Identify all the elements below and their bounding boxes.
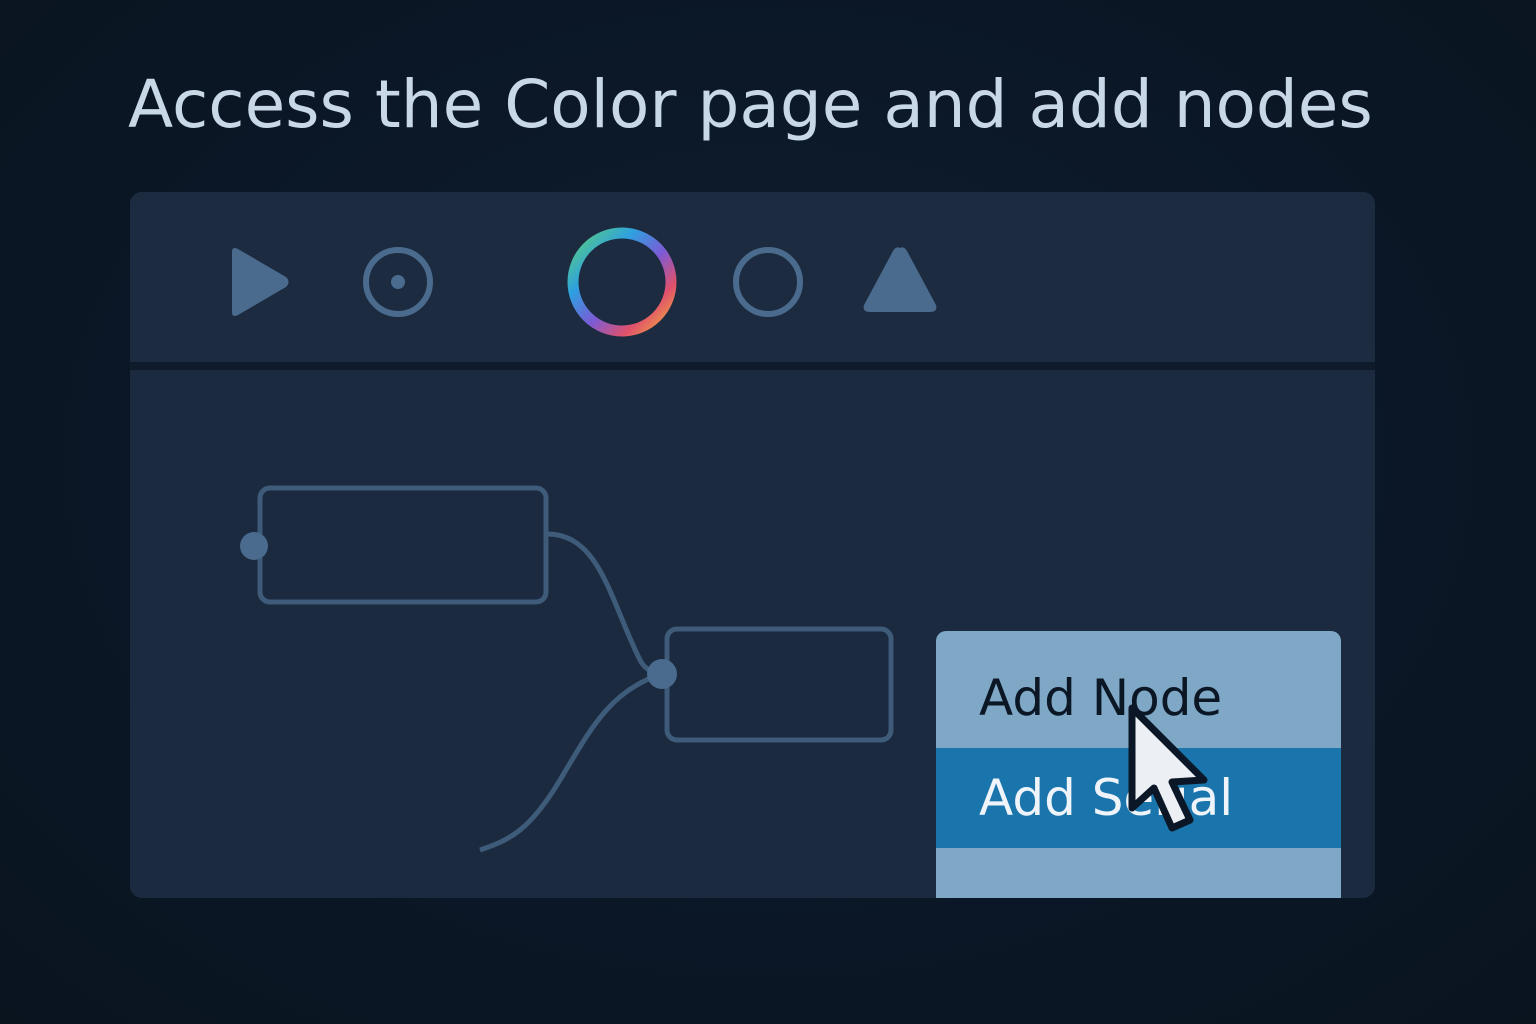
circle-icon[interactable] bbox=[730, 244, 810, 324]
node-input-dot bbox=[647, 659, 677, 689]
page: Access the Color page and add nodes Add … bbox=[0, 0, 1536, 1024]
page-toolbar bbox=[130, 192, 1375, 362]
play-icon[interactable] bbox=[226, 244, 296, 320]
node-box bbox=[664, 626, 894, 743]
node-input-dot bbox=[240, 532, 268, 560]
color-page-icon[interactable] bbox=[560, 222, 684, 346]
triangle-icon[interactable] bbox=[860, 244, 940, 316]
connection-line bbox=[546, 531, 663, 677]
mouse-pointer-icon bbox=[1128, 704, 1208, 832]
toolbar-divider bbox=[130, 362, 1375, 370]
page-title: Access the Color page and add nodes bbox=[128, 66, 1373, 143]
record-icon[interactable] bbox=[358, 246, 438, 326]
connection-line bbox=[479, 671, 663, 853]
node-box bbox=[257, 485, 549, 605]
